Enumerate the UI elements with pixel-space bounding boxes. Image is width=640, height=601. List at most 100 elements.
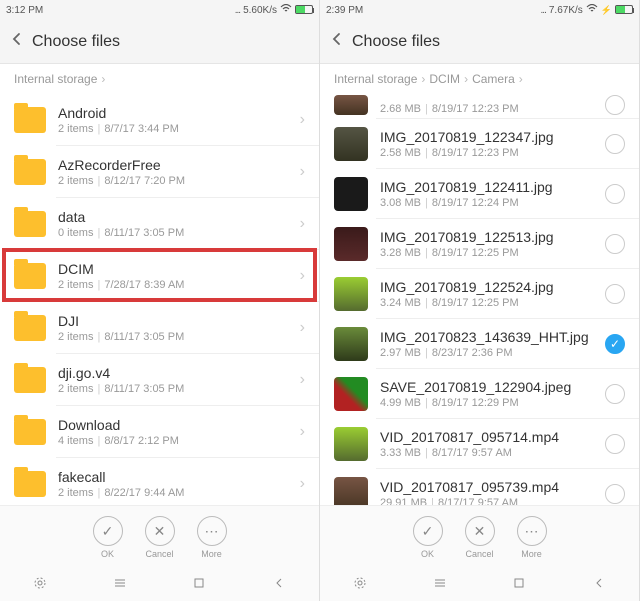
nav-back-icon[interactable]: [353, 576, 367, 595]
row-text: 2.68 MB|8/19/17 12:23 PM: [380, 103, 593, 115]
ok-button[interactable]: ✓ OK: [93, 516, 123, 559]
select-radio[interactable]: [605, 484, 625, 504]
signal-dots-icon: ...: [235, 5, 240, 16]
chevron-right-icon: ›: [464, 72, 468, 86]
breadcrumb-item[interactable]: Internal storage: [334, 72, 417, 86]
folder-meta: 0 items|8/11/17 3:05 PM: [58, 227, 288, 239]
back-icon[interactable]: [10, 32, 24, 51]
row-text: IMG_20170819_122513.jpg3.28 MB|8/19/17 1…: [380, 229, 593, 259]
ok-button[interactable]: ✓ OK: [413, 516, 443, 559]
file-row[interactable]: VID_20170817_095714.mp43.33 MB|8/17/17 9…: [320, 419, 639, 469]
select-radio[interactable]: [605, 284, 625, 304]
file-name: VID_20170817_095714.mp4: [380, 429, 593, 445]
more-button[interactable]: ⋯ More: [197, 516, 227, 559]
folder-row[interactable]: data0 items|8/11/17 3:05 PM›: [0, 198, 319, 250]
nav-recent-icon[interactable]: [433, 576, 447, 595]
row-text: data0 items|8/11/17 3:05 PM: [58, 209, 288, 239]
folder-row[interactable]: Android2 items|8/7/17 3:44 PM›: [0, 94, 319, 146]
phone-right: 2:39 PM ... 7.67K/s ⚡ Choose files Inter…: [320, 0, 640, 601]
folder-row[interactable]: fakecall2 items|8/22/17 9:44 AM ›: [0, 458, 319, 505]
folder-row[interactable]: dji.go.v42 items|8/11/17 3:05 PM›: [0, 354, 319, 406]
row-text: DCIM 2 items|7/28/17 8:39 AM: [58, 261, 288, 291]
nav-home-icon[interactable]: [192, 576, 206, 595]
file-row[interactable]: SAVE_20170819_122904.jpeg4.99 MB|8/19/17…: [320, 369, 639, 419]
file-meta: 3.28 MB|8/19/17 12:25 PM: [380, 247, 593, 259]
file-meta: 2.68 MB|8/19/17 12:23 PM: [380, 103, 593, 115]
nav-back-icon[interactable]: [33, 576, 47, 595]
row-text: VID_20170817_095714.mp43.33 MB|8/17/17 9…: [380, 429, 593, 459]
phone-left: 3:12 PM ... 5.60K/s Choose files Interna…: [0, 0, 320, 601]
select-radio[interactable]: [605, 95, 625, 115]
breadcrumb[interactable]: Internal storage › DCIM › Camera ›: [320, 64, 639, 94]
select-radio[interactable]: [605, 234, 625, 254]
close-icon: ✕: [465, 516, 495, 546]
cancel-button[interactable]: ✕ Cancel: [465, 516, 495, 559]
chevron-right-icon: ›: [300, 267, 305, 285]
breadcrumb-item[interactable]: Camera: [472, 72, 515, 86]
folder-icon: [14, 367, 46, 393]
select-radio[interactable]: [605, 434, 625, 454]
more-button[interactable]: ⋯ More: [517, 516, 547, 559]
file-row[interactable]: IMG_20170819_122347.jpg2.58 MB|8/19/17 1…: [320, 119, 639, 169]
row-text: Android2 items|8/7/17 3:44 PM: [58, 105, 288, 135]
wifi-icon: [280, 4, 292, 17]
select-radio[interactable]: [605, 184, 625, 204]
folder-row[interactable]: Download4 items|8/8/17 2:12 PM›: [0, 406, 319, 458]
breadcrumb[interactable]: Internal storage ›: [0, 64, 319, 94]
folder-row[interactable]: AzRecorderFree2 items|8/12/17 7:20 PM›: [0, 146, 319, 198]
breadcrumb-item[interactable]: Internal storage: [14, 72, 97, 86]
folder-meta: 2 items|8/11/17 3:05 PM: [58, 383, 288, 395]
file-list[interactable]: 2.68 MB|8/19/17 12:23 PM IMG_20170819_122…: [320, 94, 639, 505]
folder-meta: 2 items|8/22/17 9:44 AM: [58, 487, 288, 499]
file-name: SAVE_20170819_122904.jpeg: [380, 379, 593, 395]
file-meta: 3.24 MB|8/19/17 12:25 PM: [380, 297, 593, 309]
cancel-button[interactable]: ✕ Cancel: [145, 516, 175, 559]
select-radio[interactable]: ✓: [605, 334, 625, 354]
row-text: IMG_20170819_122347.jpg2.58 MB|8/19/17 1…: [380, 129, 593, 159]
folder-icon: [14, 419, 46, 445]
row-text: fakecall2 items|8/22/17 9:44 AM: [58, 469, 288, 499]
row-text: IMG_20170819_122524.jpg 3.24 MB|8/19/17 1…: [380, 279, 593, 309]
thumbnail: [334, 477, 368, 505]
row-text: SAVE_20170819_122904.jpeg4.99 MB|8/19/17…: [380, 379, 593, 409]
nav-home-icon[interactable]: [512, 576, 526, 595]
nav-bar: [320, 569, 639, 601]
file-row[interactable]: VID_20170817_095739.mp429.91 MB|8/17/17 …: [320, 469, 639, 505]
file-row[interactable]: IMG_20170819_122411.jpg3.08 MB|8/19/17 1…: [320, 169, 639, 219]
select-radio[interactable]: [605, 384, 625, 404]
folder-row[interactable]: DJI2 items|8/11/17 3:05 PM›: [0, 302, 319, 354]
nav-recent-icon[interactable]: [113, 576, 127, 595]
status-speed: 7.67K/s: [549, 5, 583, 16]
check-icon: ✓: [93, 516, 123, 546]
back-icon[interactable]: [330, 32, 344, 51]
folder-row[interactable]: DCIM 2 items|7/28/17 8:39 AM ›: [0, 250, 319, 302]
folder-meta: 2 items|7/28/17 8:39 AM: [58, 279, 288, 291]
bottom-action-bar: ✓ OK ✕ Cancel ⋯ More: [0, 505, 319, 569]
file-name: IMG_20170819_122524.jpg: [380, 279, 593, 295]
thumbnail: [334, 427, 368, 461]
chevron-left-icon[interactable]: [592, 576, 606, 595]
folder-name: AzRecorderFree: [58, 157, 288, 173]
chevron-right-icon: ›: [300, 475, 305, 493]
select-radio[interactable]: [605, 134, 625, 154]
file-row[interactable]: IMG_20170823_143639_HHT.jpg2.97 MB|8/23/…: [320, 319, 639, 369]
file-row[interactable]: IMG_20170819_122513.jpg3.28 MB|8/19/17 1…: [320, 219, 639, 269]
check-icon: ✓: [413, 516, 443, 546]
chevron-left-icon[interactable]: [272, 576, 286, 595]
row-text: VID_20170817_095739.mp429.91 MB|8/17/17 …: [380, 479, 593, 505]
chevron-right-icon: ›: [300, 319, 305, 337]
folder-list[interactable]: Android2 items|8/7/17 3:44 PM›AzRecorder…: [0, 94, 319, 505]
folder-icon: [14, 107, 46, 133]
breadcrumb-item[interactable]: DCIM: [429, 72, 460, 86]
file-row[interactable]: IMG_20170819_122524.jpg 3.24 MB|8/19/17 1…: [320, 269, 639, 319]
more-icon: ⋯: [517, 516, 547, 546]
folder-icon: [14, 159, 46, 185]
file-meta: 2.97 MB|8/23/17 2:36 PM: [380, 347, 593, 359]
folder-name: DCIM: [58, 261, 288, 277]
close-icon: ✕: [145, 516, 175, 546]
folder-meta: 2 items|8/11/17 3:05 PM: [58, 331, 288, 343]
status-time: 2:39 PM: [326, 5, 363, 16]
file-row-partial[interactable]: 2.68 MB|8/19/17 12:23 PM: [320, 94, 639, 119]
row-text: Download4 items|8/8/17 2:12 PM: [58, 417, 288, 447]
file-meta: 2.58 MB|8/19/17 12:23 PM: [380, 147, 593, 159]
